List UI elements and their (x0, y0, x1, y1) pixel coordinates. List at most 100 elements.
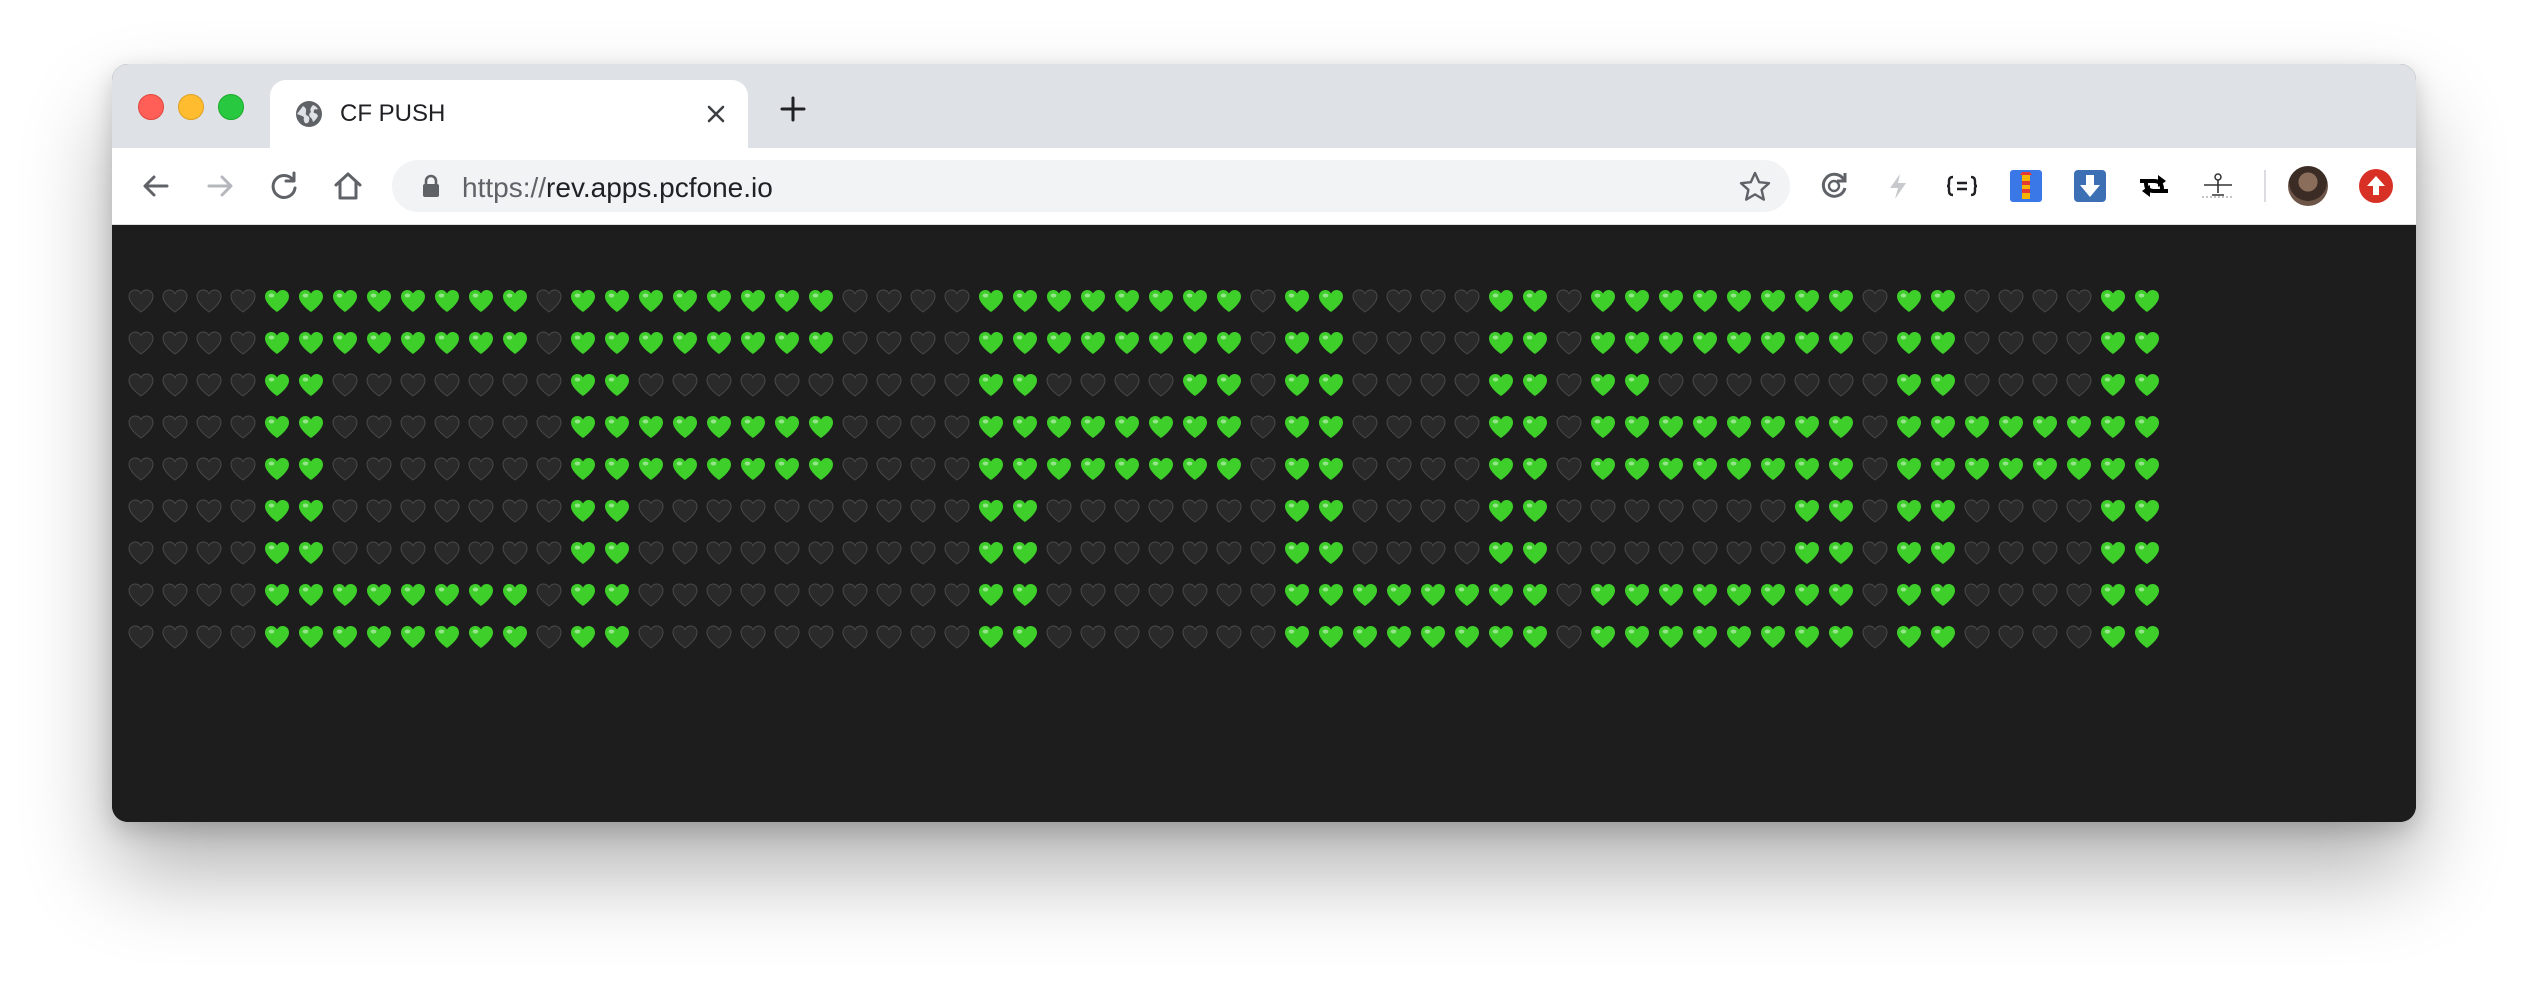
close-icon[interactable] (700, 98, 732, 130)
black-heart-icon (194, 619, 224, 655)
black-heart-icon (1248, 619, 1278, 655)
black-heart-icon (1350, 367, 1380, 403)
green-heart-icon (1010, 577, 1040, 613)
green-heart-icon (1282, 535, 1312, 571)
black-heart-icon (1758, 535, 1788, 571)
black-heart-icon (772, 535, 802, 571)
green-heart-icon (1690, 283, 1720, 319)
black-heart-icon (704, 367, 734, 403)
black-heart-icon (738, 619, 768, 655)
green-heart-icon (636, 325, 666, 361)
green-heart-icon (2030, 409, 2060, 445)
update-icon[interactable] (2358, 168, 2394, 204)
black-heart-icon (160, 577, 190, 613)
black-heart-icon (1962, 367, 1992, 403)
green-heart-icon (1656, 577, 1686, 613)
tab-cf-push[interactable]: CF PUSH (270, 80, 748, 148)
url-text[interactable]: https://rev.apps.pcfone.io (462, 172, 773, 204)
lock-icon[interactable] (420, 174, 442, 198)
green-heart-icon (976, 577, 1006, 613)
black-heart-icon (1996, 367, 2026, 403)
black-heart-icon (228, 367, 258, 403)
download-icon[interactable] (2072, 168, 2108, 204)
address-bar[interactable]: https://rev.apps.pcfone.io (392, 160, 1790, 212)
window-minimize-button[interactable] (178, 94, 204, 120)
green-heart-icon (1724, 577, 1754, 613)
black-heart-icon (1384, 451, 1414, 487)
black-heart-icon (126, 535, 156, 571)
black-heart-icon (398, 409, 428, 445)
green-heart-icon (1112, 283, 1142, 319)
forward-arrow-icon[interactable] (202, 168, 238, 204)
green-heart-icon (2064, 409, 2094, 445)
window-maximize-button[interactable] (218, 94, 244, 120)
black-heart-icon (1996, 325, 2026, 361)
black-heart-icon (194, 409, 224, 445)
green-heart-icon (1622, 325, 1652, 361)
black-heart-icon (2064, 577, 2094, 613)
black-heart-icon (1180, 535, 1210, 571)
black-heart-icon (1656, 367, 1686, 403)
green-heart-icon (1826, 493, 1856, 529)
black-heart-icon (2030, 619, 2060, 655)
green-heart-icon (466, 619, 496, 655)
star-icon[interactable] (1738, 170, 1772, 204)
green-heart-icon (1078, 451, 1108, 487)
green-heart-icon (976, 451, 1006, 487)
green-heart-icon (1010, 493, 1040, 529)
black-heart-icon (432, 535, 462, 571)
green-heart-icon (806, 451, 836, 487)
black-heart-icon (942, 409, 972, 445)
black-heart-icon (364, 409, 394, 445)
black-heart-icon (1962, 535, 1992, 571)
home-icon[interactable] (330, 168, 366, 204)
black-heart-icon (1350, 493, 1380, 529)
green-heart-icon (330, 325, 360, 361)
black-heart-icon (1758, 493, 1788, 529)
black-heart-icon (1962, 325, 1992, 361)
green-heart-icon (364, 577, 394, 613)
black-heart-icon (738, 577, 768, 613)
green-heart-icon (1758, 409, 1788, 445)
green-heart-icon (262, 283, 292, 319)
black-heart-icon (942, 451, 972, 487)
black-heart-icon (738, 493, 768, 529)
shuffle-icon[interactable] (2136, 168, 2172, 204)
heart-row (126, 367, 2162, 403)
green-heart-icon (976, 493, 1006, 529)
reload-icon[interactable] (266, 168, 302, 204)
black-heart-icon (534, 493, 564, 529)
green-heart-icon (1010, 325, 1040, 361)
green-heart-icon (602, 283, 632, 319)
green-heart-icon (1282, 577, 1312, 613)
green-heart-icon (602, 325, 632, 361)
green-heart-icon (1010, 283, 1040, 319)
green-heart-icon (1792, 409, 1822, 445)
window-close-button[interactable] (138, 94, 164, 120)
green-heart-icon (1384, 619, 1414, 655)
green-heart-icon (976, 409, 1006, 445)
green-heart-icon (330, 283, 360, 319)
sync-icon[interactable] (1816, 168, 1852, 204)
black-heart-icon (466, 535, 496, 571)
black-heart-icon (1350, 535, 1380, 571)
black-heart-icon (670, 619, 700, 655)
scale-icon[interactable] (2200, 168, 2236, 204)
lighthouse-icon[interactable] (2008, 168, 2044, 204)
black-heart-icon (840, 619, 870, 655)
black-heart-icon (840, 409, 870, 445)
back-arrow-icon[interactable] (138, 168, 174, 204)
black-heart-icon (840, 283, 870, 319)
green-heart-icon (2132, 577, 2162, 613)
green-heart-icon (1316, 409, 1346, 445)
black-heart-icon (1452, 493, 1482, 529)
avatar[interactable] (2288, 166, 2328, 206)
json-formatter-icon[interactable] (1944, 168, 1980, 204)
black-heart-icon (1554, 409, 1584, 445)
green-heart-icon (1486, 493, 1516, 529)
plus-icon[interactable] (778, 94, 808, 124)
green-heart-icon (432, 283, 462, 319)
green-heart-icon (398, 325, 428, 361)
bolt-icon[interactable] (1880, 168, 1916, 204)
green-heart-icon (296, 325, 326, 361)
